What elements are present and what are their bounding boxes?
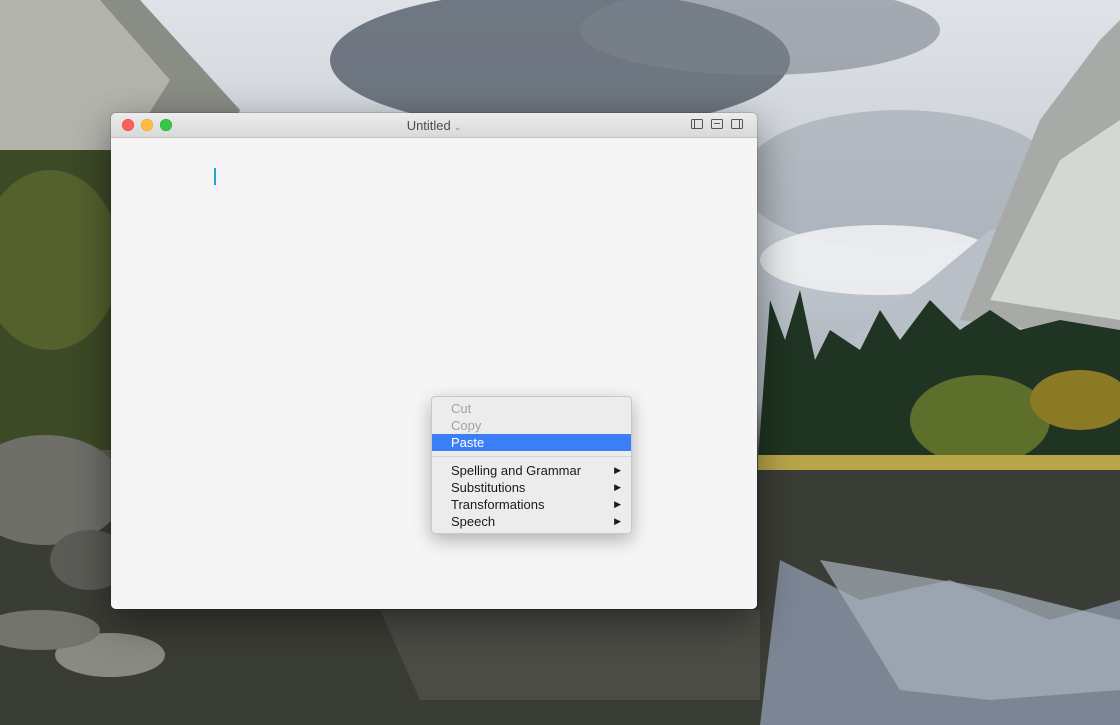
- menu-item-substitutions[interactable]: Substitutions ▶: [432, 479, 631, 496]
- chevron-down-icon[interactable]: ⌄: [454, 122, 462, 132]
- menu-item-label: Speech: [451, 514, 496, 529]
- menu-item-transformations[interactable]: Transformations ▶: [432, 496, 631, 513]
- window-titlebar[interactable]: Untitled ⌄: [111, 113, 757, 138]
- window-title[interactable]: Untitled ⌄: [111, 118, 757, 133]
- menu-item-spelling-and-grammar[interactable]: Spelling and Grammar ▶: [432, 462, 631, 479]
- menu-item-label: Cut: [451, 401, 472, 416]
- text-editor-area[interactable]: [111, 138, 757, 609]
- window-title-text: Untitled: [406, 118, 451, 133]
- menu-item-label: Transformations: [451, 497, 545, 512]
- toolbar-toggle-icon[interactable]: [711, 119, 723, 129]
- menu-item-label: Paste: [451, 435, 485, 450]
- menu-item-label: Spelling and Grammar: [451, 463, 582, 478]
- menu-separator: [432, 456, 631, 457]
- sidebar-left-icon[interactable]: [691, 119, 703, 129]
- menu-item-copy[interactable]: Copy: [432, 417, 631, 434]
- menu-item-label: Copy: [451, 418, 482, 433]
- text-caret: [214, 168, 216, 185]
- menu-item-cut[interactable]: Cut: [432, 400, 631, 417]
- menu-item-speech[interactable]: Speech ▶: [432, 513, 631, 530]
- menu-item-label: Substitutions: [451, 480, 526, 495]
- context-menu: Cut Copy Paste Spelling and Grammar ▶ Su…: [431, 396, 632, 534]
- menu-item-paste[interactable]: Paste: [432, 434, 631, 451]
- text-editor-window: Untitled ⌄: [111, 113, 757, 609]
- sidebar-right-icon[interactable]: [731, 119, 743, 129]
- submenu-arrow-icon: ▶: [614, 482, 621, 492]
- submenu-arrow-icon: ▶: [614, 516, 621, 526]
- submenu-arrow-icon: ▶: [614, 499, 621, 509]
- submenu-arrow-icon: ▶: [614, 465, 621, 475]
